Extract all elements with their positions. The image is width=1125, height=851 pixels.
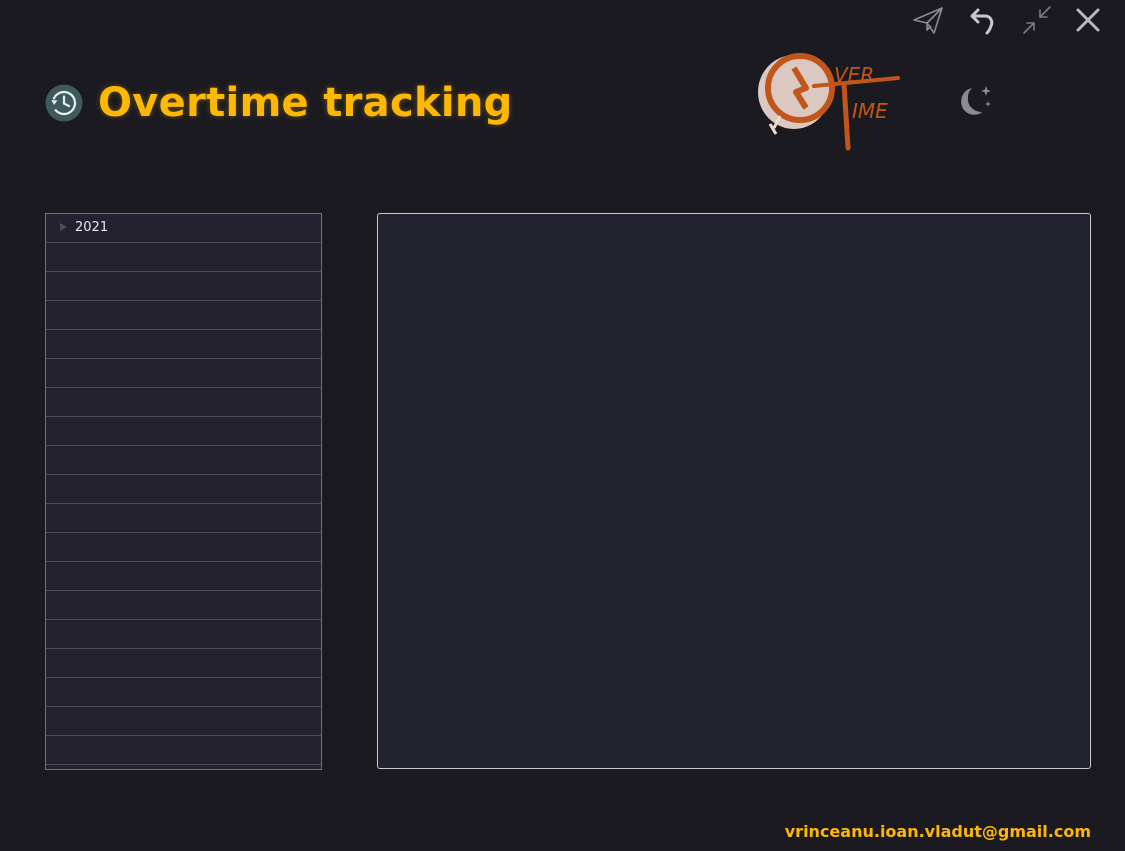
overtime-logo: VER IME [752,46,904,154]
expand-arrow-icon[interactable] [60,223,67,231]
logo-text-bottom: IME [852,99,888,123]
shrink-icon[interactable] [1019,2,1055,38]
author-email-link[interactable]: vrinceanu.ioan.vladut@gmail.com [785,822,1091,841]
tree-empty-row [46,620,321,649]
tree-empty-row [46,475,321,504]
tree-empty-row [46,649,321,678]
tree-item-2021[interactable]: 2021 [46,214,321,243]
tree-empty-row [46,678,321,707]
page-title: Overtime tracking [98,80,513,126]
tree-empty-row [46,388,321,417]
tree-empty-row [46,417,321,446]
tree-empty-row [46,736,321,765]
tree-empty-row [46,301,321,330]
tree-empty-row [46,272,321,301]
app-window: Overtime tracking VER IME 2021 vrinceanu… [0,0,1125,851]
tree-empty-row [46,533,321,562]
tree-empty-row [46,330,321,359]
undo-icon[interactable] [966,2,1002,38]
tree-empty-row [46,707,321,736]
send-icon[interactable] [910,2,946,38]
tree-empty-row [46,504,321,533]
year-tree-panel[interactable]: 2021 [45,213,322,770]
detail-panel [377,213,1091,769]
moon-stars-icon[interactable] [950,82,996,122]
tree-item-label: 2021 [75,220,109,235]
history-clock-icon [45,84,83,122]
tree-empty-row [46,562,321,591]
tree-empty-row [46,591,321,620]
tree-empty-row [46,359,321,388]
tree-empty-row [46,446,321,475]
tree-empty-row [46,243,321,272]
close-icon[interactable] [1070,2,1106,38]
